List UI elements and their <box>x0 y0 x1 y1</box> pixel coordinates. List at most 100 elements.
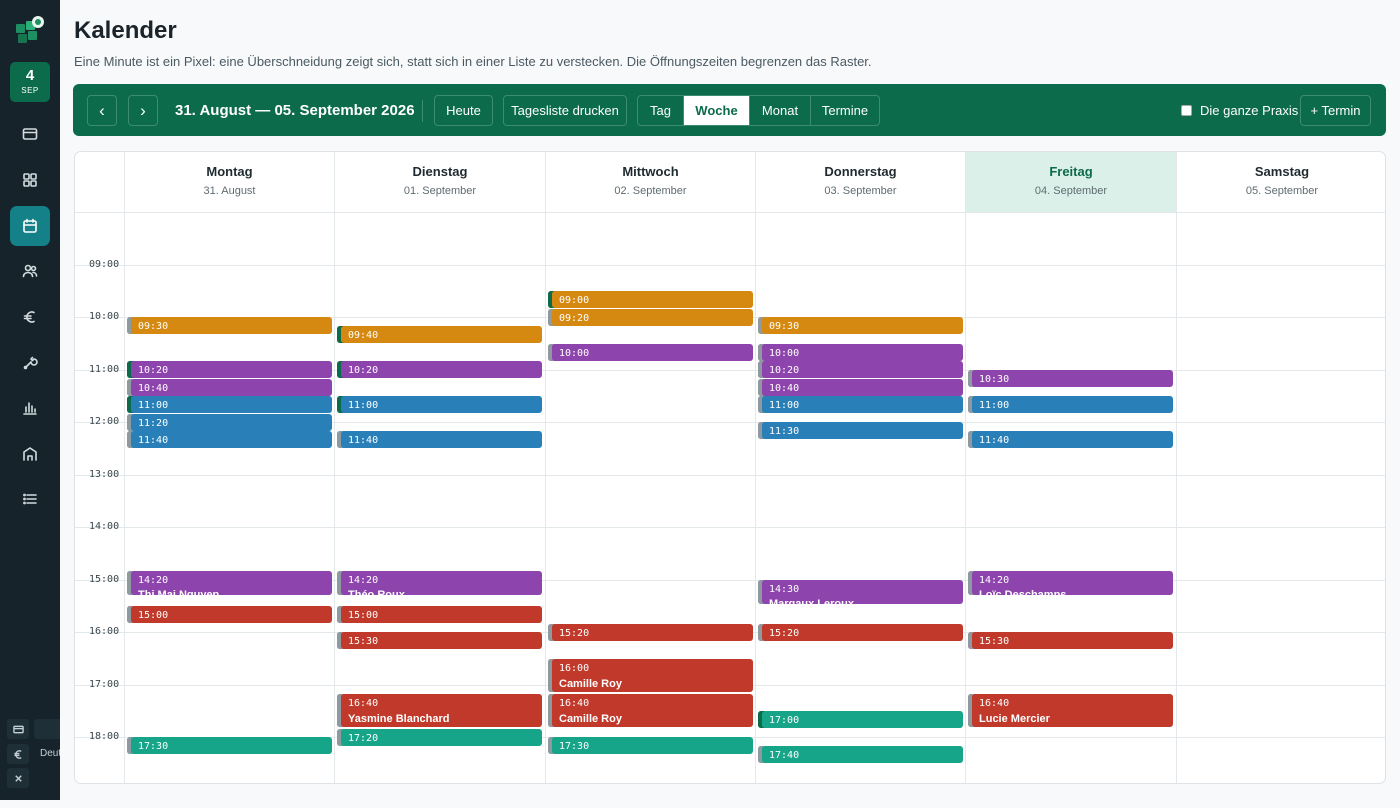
sidebar-item-practice[interactable] <box>10 434 50 474</box>
appointment-time: 10:00 <box>559 348 590 359</box>
appointment-block[interactable]: 09:00 <box>548 291 753 308</box>
sidebar-item-billing[interactable] <box>10 114 50 154</box>
appointment-time: 11:00 <box>348 400 379 411</box>
day-column-divider <box>334 152 335 783</box>
sidebar-item-patients[interactable] <box>10 251 50 291</box>
appointment-block[interactable]: 09:20 <box>548 309 753 326</box>
hour-line <box>75 527 1385 528</box>
appointment-block[interactable]: 17:30 <box>548 737 753 754</box>
appointment-block[interactable]: 10:20 <box>127 361 332 378</box>
sidebar-item-calendar[interactable] <box>10 206 50 246</box>
view-switcher: Tag Woche Monat Termine <box>637 95 880 126</box>
new-appointment-button[interactable]: + Termin <box>1300 95 1371 126</box>
appointment-block[interactable]: 11:40 <box>968 431 1173 448</box>
prev-week-button[interactable]: ‹ <box>87 95 117 126</box>
appointment-patient: Loïc Deschamps <box>979 589 1067 595</box>
day-header-samstag[interactable]: Samstag 05. September <box>1176 152 1385 212</box>
day-header-montag[interactable]: Montag 31. August <box>124 152 334 212</box>
appointment-block[interactable]: 16:40 Lucie Mercier <box>968 694 1173 727</box>
appointment-block[interactable]: 10:00 <box>548 344 753 361</box>
day-date: 03. September <box>824 185 897 197</box>
appointment-block[interactable]: 11:00 <box>127 396 332 413</box>
appointment-block[interactable]: 15:30 <box>337 632 542 649</box>
appointment-patient: Camille Roy <box>559 713 622 725</box>
language-label[interactable]: Deutsch <box>40 748 60 759</box>
appointment-block[interactable]: 09:40 <box>337 326 542 343</box>
sidebar-item-statistics[interactable] <box>10 388 50 428</box>
logo-icon <box>16 16 44 43</box>
appointment-block[interactable]: 11:00 <box>758 396 963 413</box>
currency-shortcut[interactable] <box>7 744 29 764</box>
appointment-block[interactable]: 16:40 Yasmine Blanchard <box>337 694 542 727</box>
view-tab-day[interactable]: Tag <box>638 96 684 125</box>
appointment-time: 10:00 <box>769 348 800 359</box>
appointment-block[interactable]: 10:40 <box>127 379 332 396</box>
appointment-time: 17:40 <box>769 750 800 761</box>
sidebar-item-dashboard[interactable] <box>10 160 50 200</box>
appointment-time: 16:40 <box>348 698 379 709</box>
print-day-list-button[interactable]: Tagesliste drucken <box>503 95 627 126</box>
appointment-block[interactable]: 16:00 Camille Roy <box>548 659 753 692</box>
billing-shortcut[interactable] <box>7 719 29 739</box>
toolbar-divider <box>422 100 423 122</box>
whole-practice-checkbox[interactable] <box>1181 104 1192 116</box>
day-header-donnerstag[interactable]: Donnerstag 03. September <box>755 152 965 212</box>
appointment-block[interactable]: 15:00 <box>337 606 542 623</box>
appointment-block[interactable]: 11:00 <box>337 396 542 413</box>
appointment-block[interactable]: 09:30 <box>127 317 332 334</box>
appointment-block[interactable]: 11:40 <box>127 431 332 448</box>
appointment-block[interactable]: 15:00 <box>127 606 332 623</box>
appointment-block[interactable]: 14:20 Théo Roux <box>337 571 542 595</box>
day-column-divider <box>545 152 546 783</box>
time-label: 14:00 <box>89 521 120 532</box>
appointment-time: 15:30 <box>979 636 1010 647</box>
appointment-block[interactable]: 09:30 <box>758 317 963 334</box>
day-header-freitag[interactable]: Freitag 04. September <box>965 152 1176 212</box>
appointment-block[interactable]: 14:20 Loïc Deschamps <box>968 571 1173 595</box>
day-header-dienstag[interactable]: Dienstag 01. September <box>334 152 545 212</box>
today-date-badge[interactable]: 4 SEP <box>10 62 50 102</box>
appointment-block[interactable]: 11:40 <box>337 431 542 448</box>
week-grid: 09:00 10:00 11:00 12:00 13:00 14:00 15:00 16:00… <box>74 151 1386 784</box>
appointment-time: 14:20 <box>348 575 379 586</box>
view-tab-week[interactable]: Woche <box>684 96 750 125</box>
sidebar-item-list[interactable] <box>10 479 50 519</box>
appointment-block[interactable]: 17:00 <box>758 711 963 728</box>
appointment-block[interactable]: 10:20 <box>758 361 963 378</box>
appointment-block[interactable]: 14:20 Thi Mai Nguyen <box>127 571 332 595</box>
appointment-patient: Théo Roux <box>348 589 405 595</box>
collapsed-panel[interactable] <box>34 719 60 739</box>
appointment-time: 15:00 <box>348 610 379 621</box>
appointment-patient: Camille Roy <box>559 678 622 690</box>
appointment-time: 11:00 <box>979 400 1010 411</box>
appointment-time: 11:40 <box>138 435 169 446</box>
appointment-block[interactable]: 10:30 <box>968 370 1173 387</box>
appointment-time: 11:20 <box>138 418 169 429</box>
view-tab-month[interactable]: Monat <box>750 96 811 125</box>
appointment-block[interactable]: 10:00 <box>758 344 963 361</box>
appointment-block[interactable]: 10:20 <box>337 361 542 378</box>
appointment-block[interactable]: 17:30 <box>127 737 332 754</box>
appointment-block[interactable]: 10:40 <box>758 379 963 396</box>
today-button[interactable]: Heute <box>434 95 493 126</box>
day-date: 04. September <box>1034 185 1108 197</box>
appointment-block[interactable]: 14:30 Margaux Leroux <box>758 580 963 604</box>
whole-practice-toggle[interactable]: Die ganze Praxis <box>1181 84 1298 136</box>
appointment-block[interactable]: 11:30 <box>758 422 963 439</box>
day-header-mittwoch[interactable]: Mittwoch 02. September <box>545 152 755 212</box>
date-range: 31. August — 05. September 2026 <box>175 101 415 119</box>
view-tab-appointments[interactable]: Termine <box>811 96 879 125</box>
appointment-block[interactable]: 15:20 <box>548 624 753 641</box>
appointment-block[interactable]: 11:20 <box>127 414 332 431</box>
close-shortcut[interactable] <box>7 768 29 788</box>
appointment-block[interactable]: 11:00 <box>968 396 1173 413</box>
next-week-button[interactable]: › <box>128 95 158 126</box>
sidebar-item-tools[interactable] <box>10 343 50 383</box>
appointment-block[interactable]: 16:40 Camille Roy <box>548 694 753 727</box>
appointment-block[interactable]: 17:20 <box>337 729 542 746</box>
appointment-block[interactable]: 15:30 <box>968 632 1173 649</box>
sidebar-item-finance[interactable] <box>10 297 50 337</box>
appointment-block[interactable]: 17:40 <box>758 746 963 763</box>
appointment-time: 17:30 <box>559 741 590 752</box>
appointment-block[interactable]: 15:20 <box>758 624 963 641</box>
